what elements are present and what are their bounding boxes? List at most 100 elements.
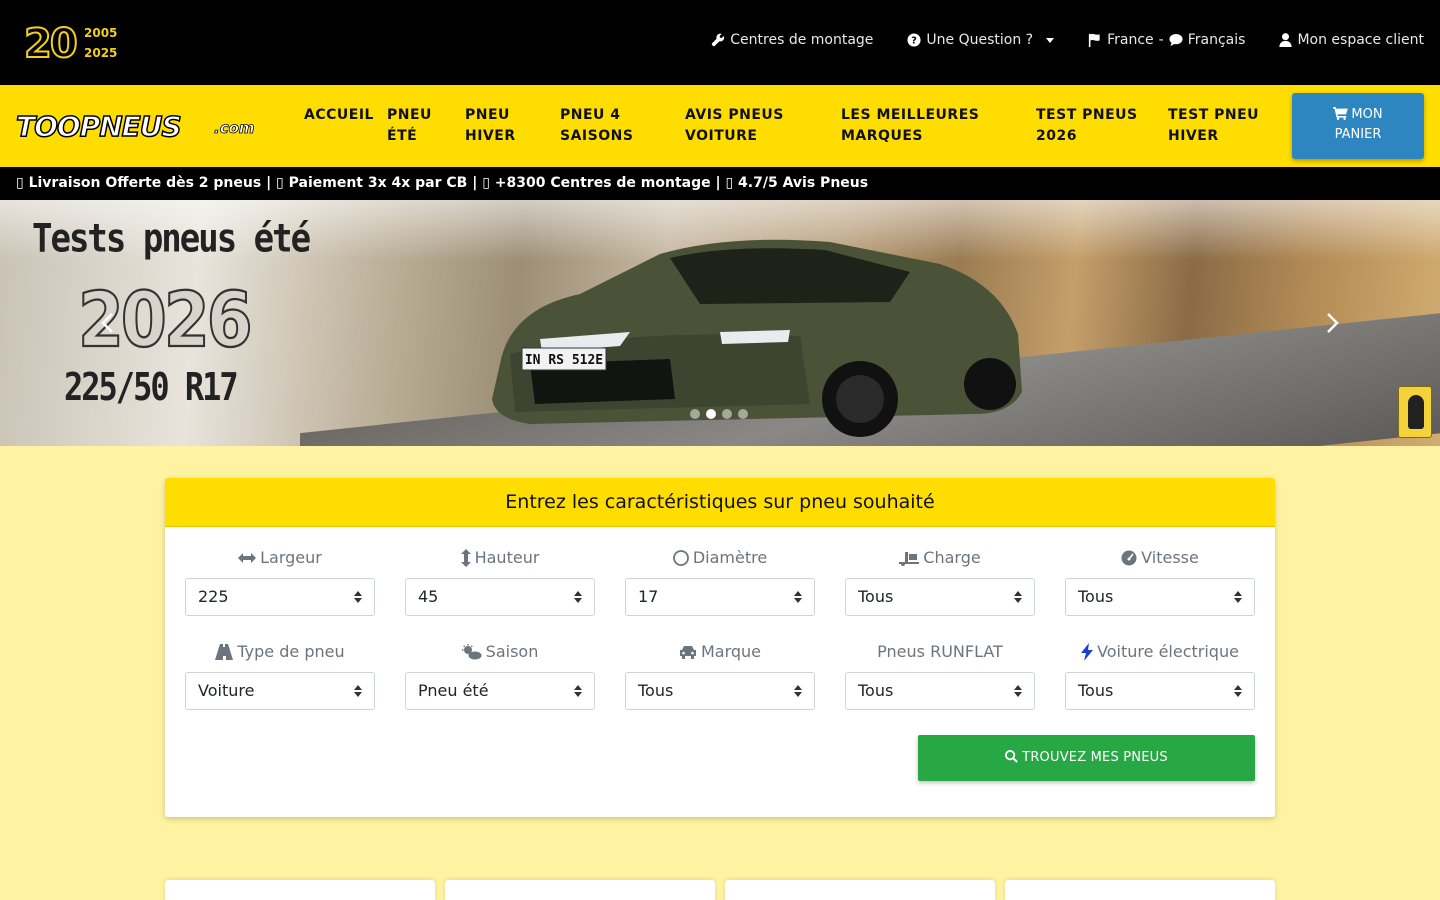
load-label-wrap: Charge <box>845 546 1035 570</box>
cart-button[interactable]: MON PANIER <box>1292 93 1424 159</box>
load-field: Charge Tous <box>845 546 1035 616</box>
width-arrows-icon <box>238 553 257 563</box>
height-field: Hauteur 45 <box>405 546 595 616</box>
season-field: Saison Pneu été <box>405 640 595 710</box>
tire-type-field: Type de pneu Voiture <box>185 640 375 710</box>
select-arrows-icon <box>794 591 802 603</box>
select-arrows-icon <box>574 591 582 603</box>
diameter-value: 17 <box>638 587 659 606</box>
nav-item-test-pneus-2026[interactable]: TEST PNEUS 2026 <box>1036 105 1138 147</box>
language-label: Français <box>1187 32 1246 48</box>
nav-item-label: PNEU <box>465 107 510 123</box>
carousel-dot[interactable] <box>738 409 748 419</box>
brand-select[interactable]: Tous <box>625 672 815 710</box>
cart-icon <box>1333 107 1349 120</box>
tire-type-value: Voiture <box>198 681 255 700</box>
promo-strip: ▯ Livraison Offerte dès 2 pneus | ▯ Paie… <box>0 167 1440 200</box>
info-card <box>445 880 715 900</box>
country-language-link[interactable]: France - Français <box>1088 32 1245 48</box>
select-arrows-icon <box>354 685 362 697</box>
chevron-down-icon <box>1046 37 1055 43</box>
runflat-field: Pneus RUNFLAT Tous <box>845 640 1035 710</box>
truck-loading-icon <box>899 552 920 566</box>
nav-item-label: TEST PNEUS <box>1036 107 1138 123</box>
season-select[interactable]: Pneu été <box>405 672 595 710</box>
width-field: Largeur 225 <box>185 546 375 616</box>
carousel-dot[interactable] <box>722 409 732 419</box>
chevron-left-icon <box>101 313 113 333</box>
diameter-label-wrap: Diamètre <box>625 546 815 570</box>
anniversary-number: 20 <box>23 21 79 67</box>
select-arrows-icon <box>1234 591 1242 603</box>
nav-item-label: MARQUES <box>841 128 923 144</box>
tire-type-label: Type de pneu <box>237 642 345 661</box>
anniversary-year-start: 2005 <box>84 26 118 40</box>
nav-item-accueil[interactable]: ACCUEIL <box>304 105 374 126</box>
find-tires-button[interactable]: TROUVEZ MES PNEUS <box>918 735 1255 781</box>
nav-item-label: ÉTÉ <box>387 128 418 144</box>
runflat-select[interactable]: Tous <box>845 672 1035 710</box>
height-value: 45 <box>418 587 439 606</box>
account-link[interactable]: Mon espace client <box>1279 32 1424 48</box>
speed-value: Tous <box>1078 587 1114 606</box>
nav-item-label: LES MEILLEURES <box>841 107 980 123</box>
diameter-field: Diamètre 17 <box>625 546 815 616</box>
wrench-icon <box>712 33 725 47</box>
select-arrows-icon <box>1014 591 1022 603</box>
carousel-dot[interactable] <box>690 409 700 419</box>
mounting-centers-link[interactable]: Centres de montage <box>711 32 873 48</box>
height-label-wrap: Hauteur <box>405 546 595 570</box>
top-bar: 20 2005 2025 Centres de montage ? Une Qu… <box>0 0 1440 85</box>
load-value: Tous <box>858 587 894 606</box>
license-plate: IN RS 512E <box>525 353 603 368</box>
nav-item-pneu-4-saisons[interactable]: PNEU 4 SAISONS <box>560 105 633 147</box>
width-select[interactable]: 225 <box>185 578 375 616</box>
chevron-right-icon <box>1327 313 1339 333</box>
hero-tire-size: 225/50 R17 <box>64 364 239 410</box>
season-label: Saison <box>485 642 539 661</box>
nav-item-label: 2026 <box>1036 128 1077 144</box>
nav-item-label: PNEU 4 <box>560 107 621 123</box>
speed-select[interactable]: Tous <box>1065 578 1255 616</box>
load-select[interactable]: Tous <box>845 578 1035 616</box>
road-icon <box>215 644 234 660</box>
nav-item-test-pneu-hiver[interactable]: TEST PNEU HIVER <box>1168 105 1259 147</box>
search-card-header: Entrez les caractéristiques sur pneu sou… <box>165 478 1275 527</box>
cart-label-line2: PANIER <box>1334 127 1382 142</box>
electric-value: Tous <box>1078 681 1114 700</box>
find-tires-label: TROUVEZ MES PNEUS <box>1022 750 1168 765</box>
brand-label: Marque <box>700 642 762 661</box>
height-select[interactable]: 45 <box>405 578 595 616</box>
carousel-prev-button[interactable] <box>96 308 120 338</box>
nav-item-label: VOITURE <box>685 128 758 144</box>
height-label: Hauteur <box>474 548 540 567</box>
select-arrows-icon <box>354 591 362 603</box>
site-logo[interactable]: TOOPNEUS .com <box>15 110 266 144</box>
info-card <box>165 880 435 900</box>
svg-text:?: ? <box>912 36 918 47</box>
circle-icon <box>672 550 689 566</box>
country-separator: - <box>1158 32 1164 48</box>
nav-item-meilleures-marques[interactable]: LES MEILLEURES MARQUES <box>841 105 979 147</box>
search-icon <box>1005 750 1018 763</box>
width-value: 225 <box>198 587 229 606</box>
hero-carousel[interactable]: Tests pneus été 2026 225/50 R17 IN RS 51… <box>0 200 1440 446</box>
nav-item-avis-pneus[interactable]: AVIS PNEUS VOITURE <box>685 105 784 147</box>
brand-field: Marque Tous <box>625 640 815 710</box>
nav-item-pneu-hiver[interactable]: PNEU HIVER <box>465 105 516 147</box>
nav-item-label: PNEU <box>387 107 432 123</box>
electric-field: Voiture électrique Tous <box>1065 640 1255 710</box>
logo-word: TOOPNEUS <box>15 110 182 144</box>
carousel-dot-active[interactable] <box>706 409 716 419</box>
electric-select[interactable]: Tous <box>1065 672 1255 710</box>
runflat-label-wrap: Pneus RUNFLAT <box>845 640 1035 664</box>
diameter-select[interactable]: 17 <box>625 578 815 616</box>
speedometer-icon <box>1121 550 1137 566</box>
question-dropdown[interactable]: ? Une Question ? <box>907 32 1055 48</box>
nav-item-label: ACCUEIL <box>304 107 374 123</box>
tire-type-select[interactable]: Voiture <box>185 672 375 710</box>
carousel-next-button[interactable] <box>1320 308 1344 338</box>
nav-item-label: HIVER <box>465 128 516 144</box>
select-arrows-icon <box>1234 685 1242 697</box>
nav-item-pneu-ete[interactable]: PNEU ÉTÉ <box>387 105 432 147</box>
